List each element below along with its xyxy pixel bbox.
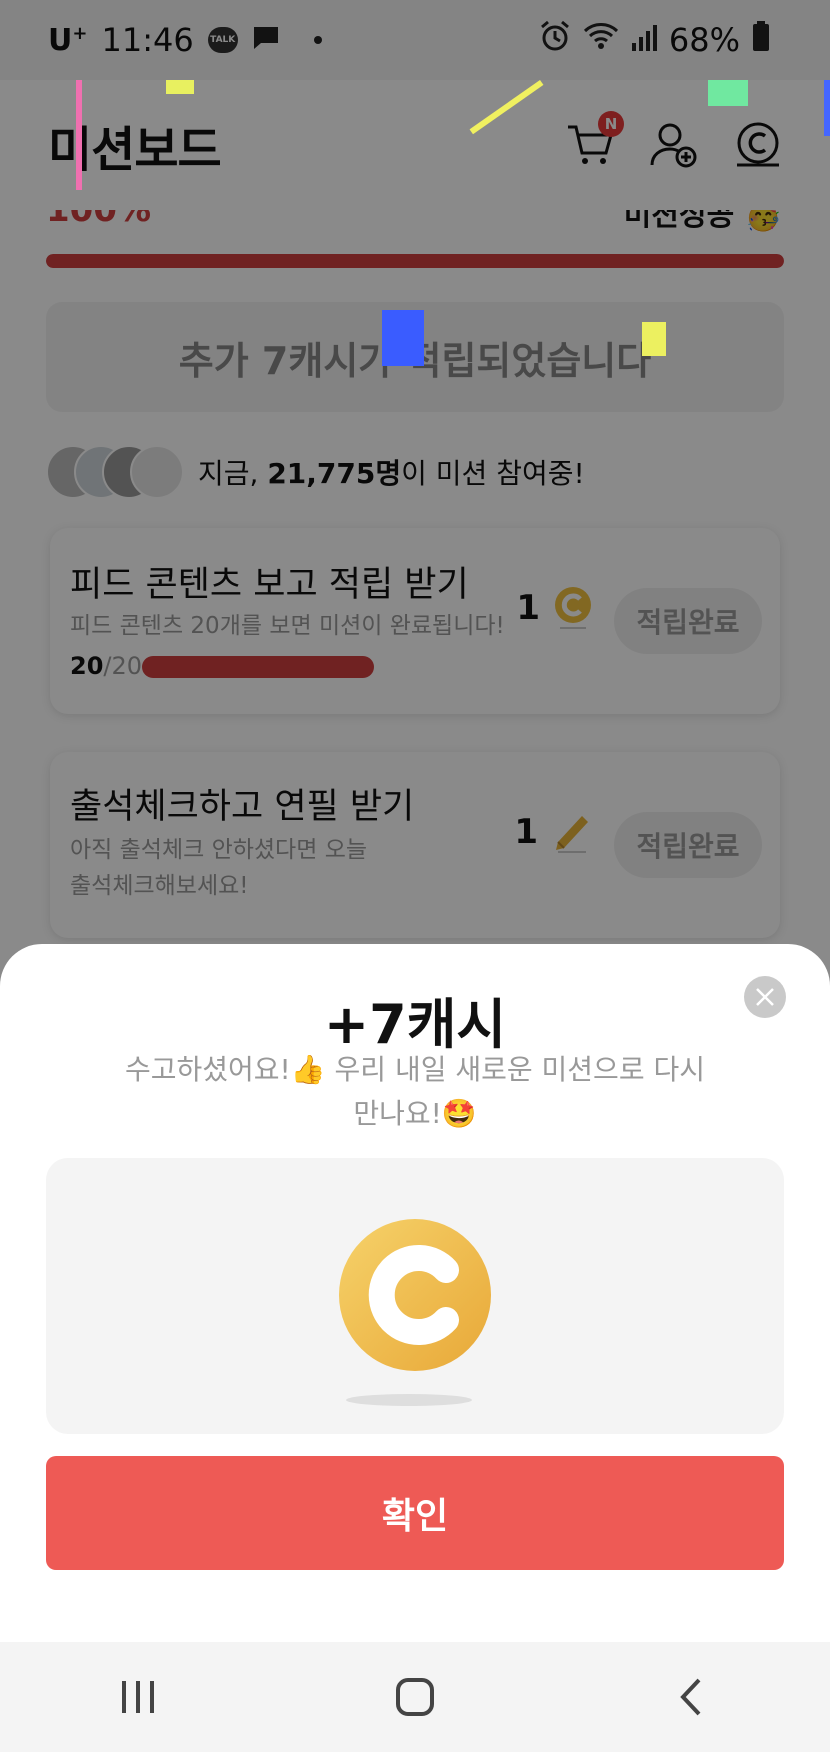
home-icon <box>395 1678 434 1716</box>
confetti-piece <box>76 80 82 190</box>
confetti-piece <box>382 310 424 366</box>
confetti-piece <box>708 80 748 106</box>
system-nav-bar <box>0 1642 830 1752</box>
confirm-button[interactable]: 확인 <box>46 1456 784 1570</box>
confetti-piece <box>824 80 830 136</box>
back-icon <box>679 1678 701 1716</box>
confetti-piece <box>166 80 194 94</box>
modal-message: 수고하셨어요!👍 우리 내일 새로운 미션으로 다시 만나요!🤩 <box>124 1053 706 1130</box>
coin-panel <box>46 1158 784 1434</box>
recent-apps-icon <box>122 1681 155 1713</box>
recent-apps-button[interactable] <box>93 1662 183 1732</box>
cash-coin-icon <box>339 1219 491 1371</box>
back-button[interactable] <box>647 1662 737 1732</box>
coin-shadow <box>346 1394 472 1406</box>
reward-modal: +7캐시 수고하셨어요!👍 우리 내일 새로운 미션으로 다시 만나요!🤩 확인 <box>0 944 830 1642</box>
confetti-piece <box>642 322 666 356</box>
close-button[interactable] <box>744 976 786 1018</box>
close-icon <box>756 988 774 1006</box>
home-button[interactable] <box>370 1662 460 1732</box>
